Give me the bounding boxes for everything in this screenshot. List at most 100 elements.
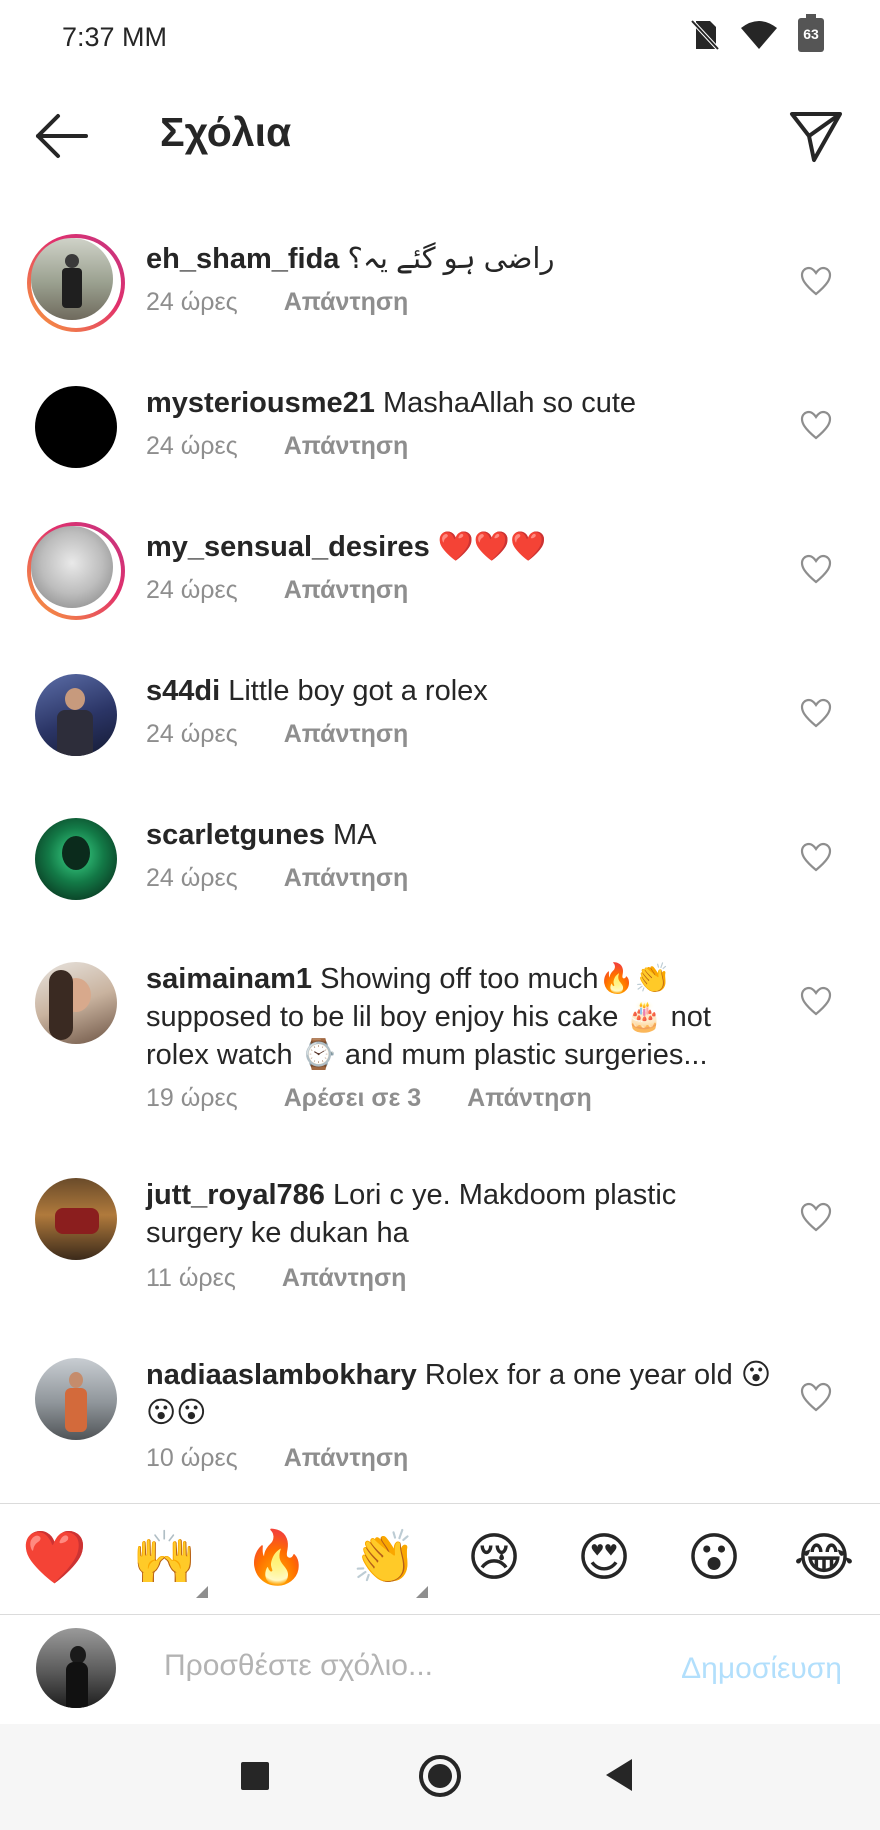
system-nav-bar [0, 1724, 880, 1830]
heart-icon[interactable] [800, 554, 832, 584]
avatar[interactable] [27, 234, 125, 332]
emoji-bar: ❤️ 🙌 🔥 👏 😢 😍 😮 😂 [0, 1503, 880, 1615]
reply-button[interactable]: Απάντηση [467, 1084, 592, 1113]
recents-icon[interactable] [240, 1761, 270, 1791]
reply-button[interactable]: Απάντηση [282, 1264, 407, 1293]
comment-time: 11 ώρες [146, 1264, 236, 1292]
comment-username[interactable]: saimainam1 [146, 963, 312, 995]
emoji-clapping[interactable]: 👏 [352, 1526, 428, 1598]
emoji-heart-eyes[interactable]: 😍 [572, 1526, 636, 1590]
no-sim-icon [690, 19, 720, 51]
comment-meta: 24 ώρες Απάντηση [146, 720, 408, 749]
emoji-crying[interactable]: 😢 [462, 1526, 526, 1590]
comment-text: jutt_royal786 Lori c ye. Makdoom plastic… [146, 1176, 776, 1252]
likes-count[interactable]: Αρέσει σε 3 [284, 1084, 421, 1113]
comment-username[interactable]: my_sensual_desires [146, 531, 430, 563]
comment-time: 24 ώρες [146, 288, 238, 316]
avatar[interactable] [35, 1178, 117, 1260]
comment-username[interactable]: eh_sham_fida [146, 243, 339, 275]
heart-icon[interactable] [800, 266, 832, 296]
comment-time: 24 ώρες [146, 720, 238, 748]
comment-item: nadiaaslambokhary Rolex for a one year o… [0, 1348, 880, 1494]
heart-icon[interactable] [800, 1202, 832, 1232]
emoji-fire[interactable]: 🔥 [244, 1526, 309, 1590]
reply-button[interactable]: Απάντηση [284, 1444, 409, 1473]
comment-meta: 10 ώρες Απάντηση [146, 1444, 408, 1473]
comment-text: mysteriousme21 MashaAllah so cute [146, 384, 776, 422]
comment-meta: 24 ώρες Απάντηση [146, 864, 408, 893]
comment-item: my_sensual_desires ❤️❤️❤️ 24 ώρες Απάντη… [0, 520, 880, 630]
battery-level: 63 [803, 26, 819, 42]
reply-button[interactable]: Απάντηση [284, 288, 409, 317]
reply-button[interactable]: Απάντηση [284, 576, 409, 605]
avatar[interactable] [27, 522, 125, 620]
emoji-laughing[interactable]: 😂 [792, 1526, 856, 1590]
comment-text: nadiaaslambokhary Rolex for a one year o… [146, 1356, 776, 1432]
comment-meta: 24 ώρες Απάντηση [146, 288, 408, 317]
back-icon[interactable] [604, 1758, 634, 1792]
comment-meta: 11 ώρες Απάντηση [146, 1264, 406, 1293]
share-button[interactable] [786, 106, 846, 166]
comment-meta: 19 ώρες Αρέσει σε 3 Απάντηση [146, 1084, 592, 1113]
heart-icon[interactable] [800, 410, 832, 440]
post-button[interactable]: Δημοσίευση [681, 1652, 842, 1686]
comment-username[interactable]: s44di [146, 675, 220, 707]
status-icons: 63 [690, 14, 824, 52]
heart-icon[interactable] [800, 842, 832, 872]
status-bar: 7:37 MM 63 [0, 0, 880, 76]
avatar[interactable] [35, 674, 117, 756]
home-icon[interactable] [418, 1754, 462, 1798]
emoji-raising-hands[interactable]: 🙌 [132, 1526, 208, 1598]
status-time: 7:37 MM [62, 22, 168, 52]
heart-icon[interactable] [800, 986, 832, 1016]
comment-username[interactable]: jutt_royal786 [146, 1179, 325, 1211]
comment-time: 24 ώρες [146, 864, 238, 892]
comment-username[interactable]: scarletgunes [146, 819, 325, 851]
reply-button[interactable]: Απάντηση [284, 432, 409, 461]
page-title: Σχόλια [160, 109, 292, 155]
header: Σχόλια [0, 76, 880, 196]
emoji-surprised[interactable]: 😮 [682, 1526, 746, 1590]
comment-content: Little boy got a rolex [228, 675, 488, 707]
comment-time: 10 ώρες [146, 1444, 238, 1472]
comment-username[interactable]: mysteriousme21 [146, 387, 375, 419]
avatar[interactable] [35, 386, 117, 468]
avatar[interactable] [35, 818, 117, 900]
heart-icon[interactable] [800, 1382, 832, 1412]
comment-item: scarletgunes MA 24 ώρες Απάντηση [0, 808, 880, 918]
arrow-left-icon [36, 114, 88, 158]
comment-item: eh_sham_fida راضی ہو گئے یہ؟ 24 ώρες Απά… [0, 232, 880, 342]
comment-text: scarletgunes MA [146, 816, 776, 854]
comment-text: my_sensual_desires ❤️❤️❤️ [146, 528, 776, 566]
comment-composer: Δημοσίευση [0, 1614, 880, 1724]
avatar[interactable] [35, 962, 117, 1044]
comment-input[interactable] [162, 1648, 636, 1684]
avatar[interactable] [35, 1358, 117, 1440]
heart-icon[interactable] [800, 698, 832, 728]
reply-button[interactable]: Απάντηση [284, 864, 409, 893]
variant-indicator [196, 1586, 208, 1598]
emoji-raising-hands-glyph: 🙌 [132, 1529, 197, 1587]
comment-text: saimainam1 Showing off too much🔥👏 suppos… [146, 960, 776, 1074]
comment-content: MashaAllah so cute [382, 387, 637, 419]
back-button[interactable] [30, 106, 94, 166]
avatar [36, 1628, 116, 1708]
comment-text: eh_sham_fida راضی ہو گئے یہ؟ [146, 240, 776, 278]
battery-icon: 63 [798, 14, 824, 52]
comment-meta: 24 ώρες Απάντηση [146, 432, 408, 461]
reply-button[interactable]: Απάντηση [284, 720, 409, 749]
emoji-clapping-glyph: 👏 [352, 1529, 417, 1587]
comment-content: MA [332, 819, 377, 851]
comment-username[interactable]: nadiaaslambokhary [146, 1359, 417, 1391]
comment-text: s44di Little boy got a rolex [146, 672, 776, 710]
emoji-heart[interactable]: ❤️ [22, 1526, 87, 1590]
variant-indicator [416, 1586, 428, 1598]
comment-item: saimainam1 Showing off too much🔥👏 suppos… [0, 952, 880, 1132]
comment-time: 24 ώρες [146, 576, 238, 604]
comment-time: 24 ώρες [146, 432, 238, 460]
comment-item: jutt_royal786 Lori c ye. Makdoom plastic… [0, 1168, 880, 1314]
comment-item: mysteriousme21 MashaAllah so cute 24 ώρε… [0, 376, 880, 486]
paper-plane-icon [790, 112, 842, 162]
comment-item: s44di Little boy got a rolex 24 ώρες Απά… [0, 664, 880, 774]
comment-time: 19 ώρες [146, 1084, 238, 1112]
